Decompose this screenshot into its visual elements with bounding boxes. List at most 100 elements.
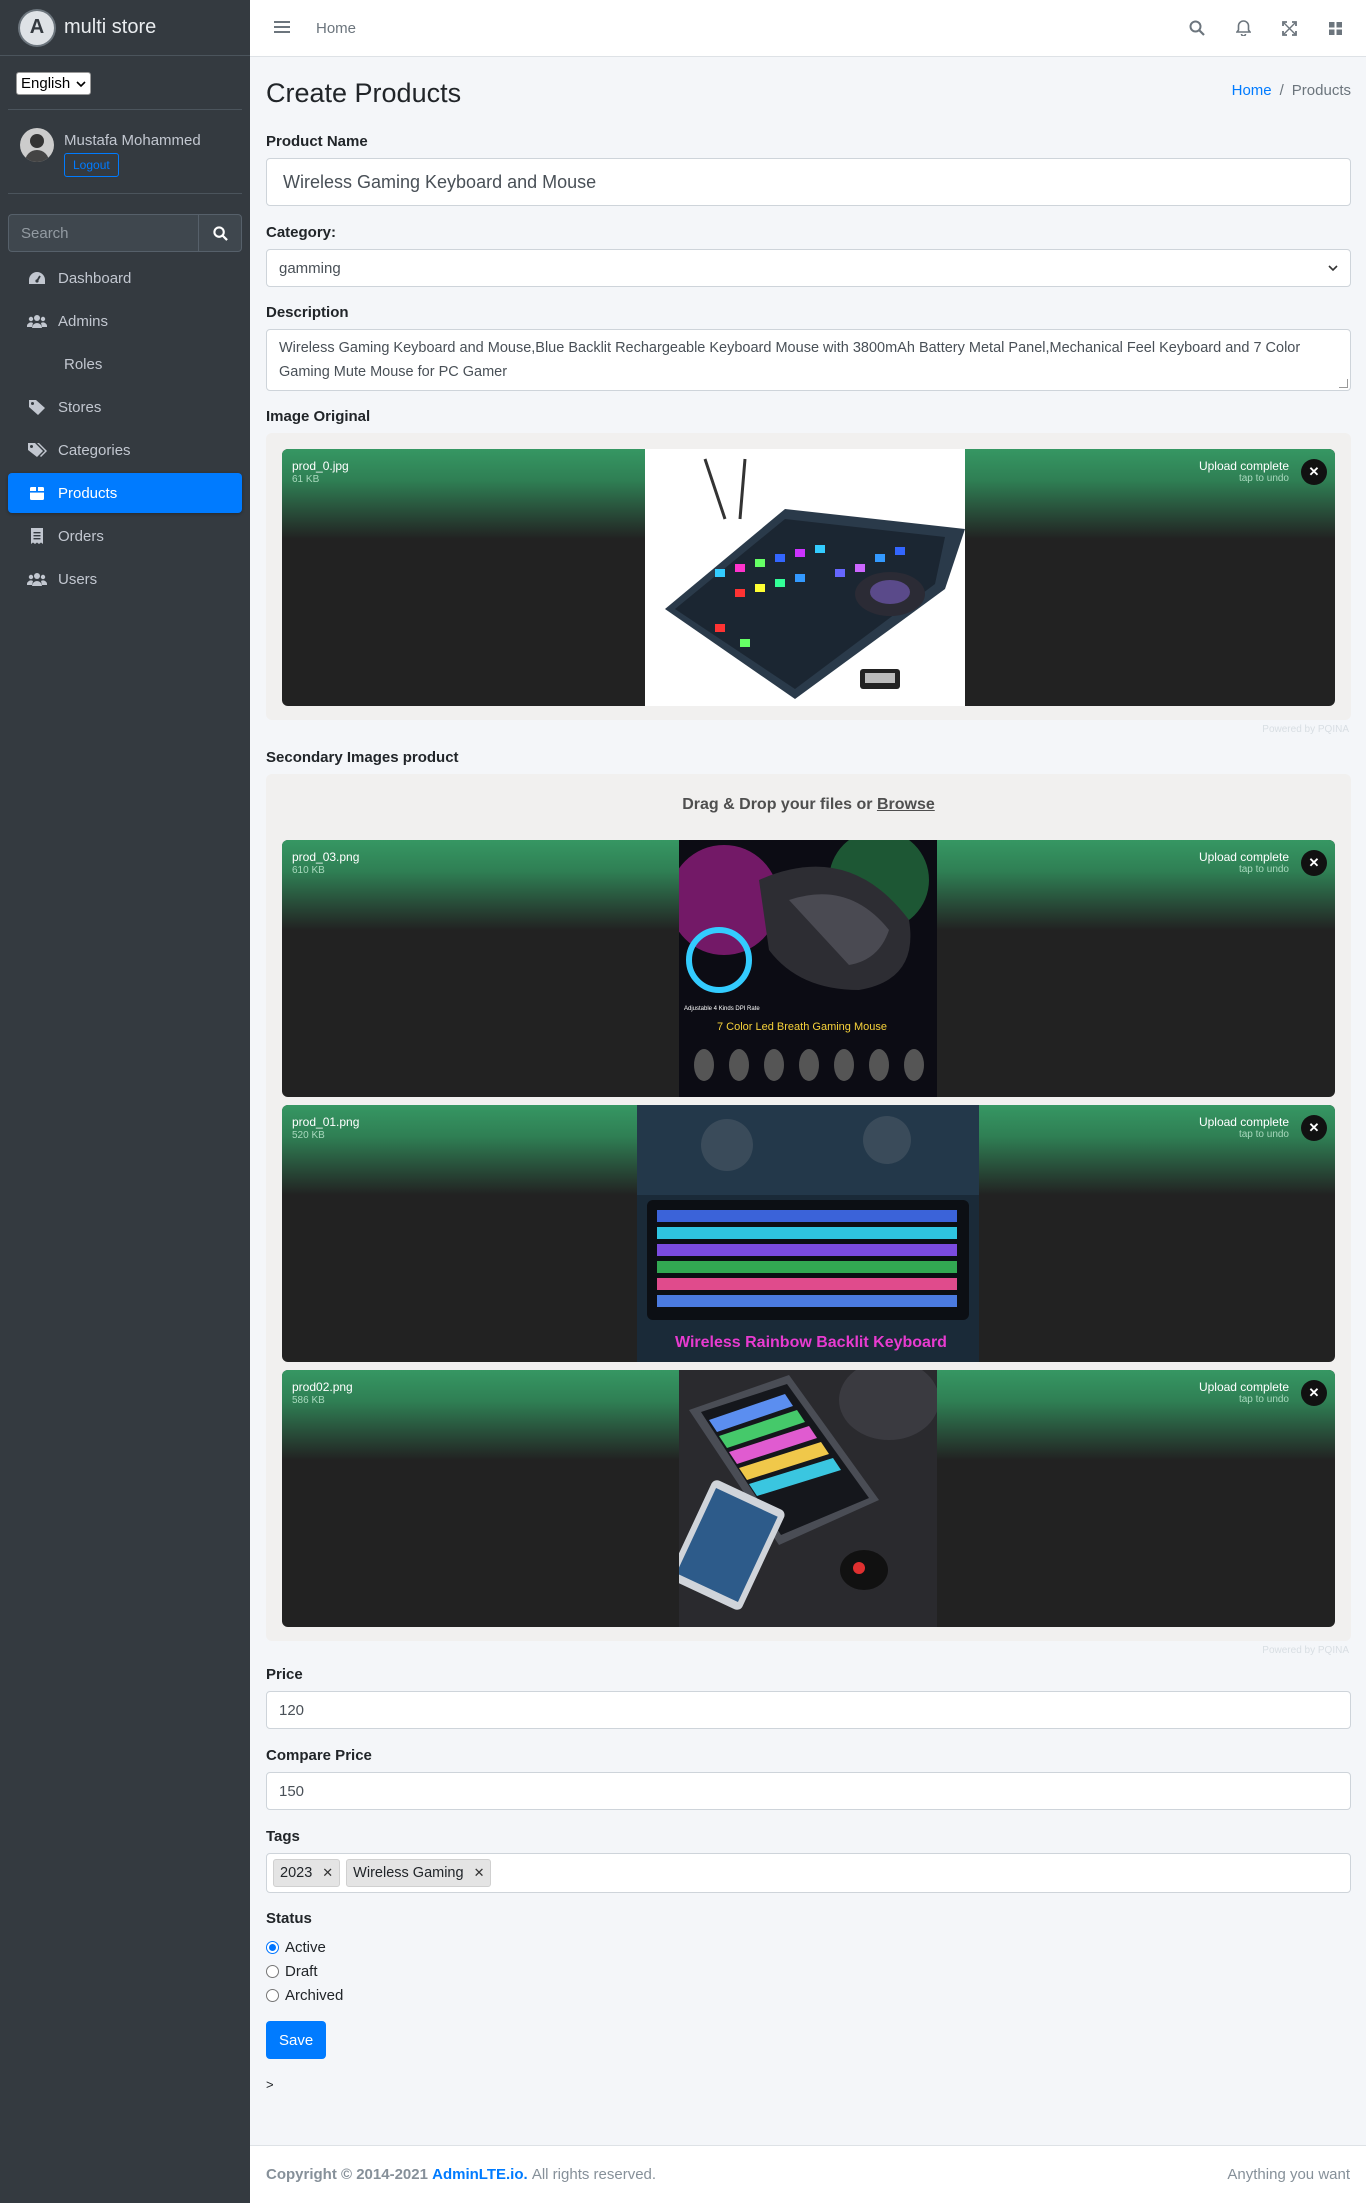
upload-file-size: 61 KB [292, 474, 320, 485]
top-home-link[interactable]: Home [316, 20, 356, 37]
sidebar-item-label: Users [58, 570, 98, 588]
breadcrumb-home[interactable]: Home [1232, 82, 1272, 99]
filepond-credit[interactable]: Powered by PQINA [266, 724, 1349, 735]
hamburger-menu-icon[interactable] [274, 17, 290, 40]
close-icon: ✕ [1308, 464, 1320, 479]
tags-label: Tags [266, 1828, 300, 1845]
upload-status-text: Upload complete [1198, 850, 1289, 864]
grid-icon[interactable] [1312, 8, 1358, 48]
browse-link[interactable]: Browse [877, 796, 935, 813]
remove-tag-icon[interactable]: ✕ [474, 1865, 485, 1881]
status-option-draft[interactable]: Draft [266, 1959, 1351, 1983]
upload-undo-text[interactable]: tap to undo [1199, 473, 1289, 484]
sidebar-item-label: Stores [58, 398, 102, 416]
sidebar-item-dashboard[interactable]: Dashboard [8, 258, 242, 298]
upload-file-name: prod_01.png [292, 1115, 360, 1129]
category-label: Category: [266, 224, 337, 241]
upload-file-info: prod_01.png 520 KB [292, 1115, 359, 1141]
sidebar-item-products[interactable]: Products [8, 473, 242, 513]
sidebar-item-users[interactable]: Users [8, 559, 242, 599]
drop-area[interactable]: Drag & Drop your files or Browse [282, 780, 1335, 840]
sidebar-item-admins[interactable]: Admins [8, 301, 242, 341]
upload-item: prod02.png 586 KB Upload complete tap to… [282, 1370, 1335, 1627]
bell-icon[interactable] [1220, 8, 1266, 48]
keyboard-caption: Wireless Rainbow Backlit Keyboard [675, 1334, 947, 1351]
footer-link[interactable]: AdminLTE.io. [432, 2166, 528, 2183]
user-name[interactable]: Mustafa Mohammed [64, 132, 201, 149]
language-select[interactable]: English [16, 72, 92, 95]
remove-file-button[interactable]: ✕ [1301, 459, 1327, 485]
fullscreen-icon[interactable] [1266, 8, 1312, 48]
tag-icon [26, 399, 48, 415]
save-button[interactable]: Save [266, 2021, 327, 2059]
upload-item: Wireless Rainbow Backlit Keyboard prod_0… [282, 1105, 1335, 1362]
radio-active[interactable] [266, 1940, 279, 1954]
users-icon [26, 572, 48, 586]
upload-status: Upload complete tap to undo [1199, 850, 1289, 875]
upload-item: prod_0.jpg 61 KB Upload complete tap to … [282, 449, 1335, 706]
upload-undo-text[interactable]: tap to undo [1199, 1394, 1289, 1405]
box-icon [26, 485, 48, 501]
sidebar-nav: Dashboard Admins Roles Stores Categories… [0, 258, 250, 599]
upload-file-name: prod_03.png [292, 850, 360, 864]
footer: Copyright © 2014-2021 AdminLTE.io. All r… [250, 2145, 1366, 2203]
secondary-images-label: Secondary Images product [266, 749, 459, 766]
sidebar-item-label: Categories [58, 441, 131, 459]
upload-status-text: Upload complete [1198, 1380, 1289, 1394]
breadcrumb-separator: / [1279, 81, 1284, 99]
chevron-down-icon [76, 80, 86, 87]
footer-rights: All rights reserved. [531, 2166, 657, 2183]
mouse-caption: 7 Color Led Breath Gaming Mouse [717, 1021, 887, 1033]
status-option-active[interactable]: Active [266, 1935, 1351, 1959]
compare-price-input[interactable]: 150 [266, 1772, 1351, 1810]
sidebar-item-categories[interactable]: Categories [8, 430, 242, 470]
description-textarea[interactable]: Wireless Gaming Keyboard and Mouse,Blue … [266, 329, 1351, 391]
image-original-dropzone[interactable]: prod_0.jpg 61 KB Upload complete tap to … [266, 433, 1351, 720]
remove-file-button[interactable]: ✕ [1301, 1380, 1327, 1406]
close-icon: ✕ [1308, 1385, 1320, 1400]
description-label: Description [266, 304, 349, 321]
upload-file-size: 610 KB [292, 865, 325, 876]
status-label: Status [266, 1910, 312, 1927]
status-option-label: Active [285, 1938, 326, 1956]
stray-text: > [266, 2077, 274, 2092]
remove-file-button[interactable]: ✕ [1301, 1115, 1327, 1141]
upload-undo-text[interactable]: tap to undo [1199, 1129, 1289, 1140]
sidebar-search-input[interactable]: Search [8, 214, 198, 252]
language-selected: English [21, 75, 71, 92]
keyboard-mouse-preview-image [645, 449, 965, 706]
upload-undo-text[interactable]: tap to undo [1199, 864, 1289, 875]
tags-input[interactable]: 2023 ✕ Wireless Gaming ✕ [266, 1853, 1351, 1893]
upload-status: Upload complete tap to undo [1199, 1115, 1289, 1140]
sidebar-item-orders[interactable]: Orders [8, 516, 242, 556]
remove-tag-icon[interactable]: ✕ [322, 1865, 333, 1881]
radio-archived[interactable] [266, 1988, 279, 2002]
product-name-input[interactable]: Wireless Gaming Keyboard and Mouse [266, 158, 1351, 206]
upload-status-text: Upload complete [1198, 459, 1289, 473]
search-icon [212, 225, 228, 241]
upload-file-info: prod_0.jpg 61 KB [292, 459, 349, 485]
remove-file-button[interactable]: ✕ [1301, 850, 1327, 876]
status-option-archived[interactable]: Archived [266, 1983, 1351, 2007]
sidebar-search-button[interactable] [198, 214, 242, 252]
avatar[interactable] [20, 128, 54, 162]
upload-file-name: prod_0.jpg [292, 459, 349, 473]
search-icon[interactable] [1174, 8, 1220, 48]
status-option-label: Draft [285, 1962, 318, 1980]
price-input[interactable]: 120 [266, 1691, 1351, 1729]
filepond-credit[interactable]: Powered by PQINA [266, 1645, 1349, 1656]
brand-name: multi store [64, 16, 157, 38]
sidebar-item-stores[interactable]: Stores [8, 387, 242, 427]
sidebar-item-roles[interactable]: Roles [8, 344, 242, 384]
secondary-images-dropzone[interactable]: Drag & Drop your files or Browse Adjusta… [266, 774, 1351, 1641]
radio-draft[interactable] [266, 1964, 279, 1978]
category-selected: gamming [279, 259, 341, 277]
upload-file-size: 586 KB [292, 1395, 325, 1406]
status-option-label: Archived [285, 1986, 344, 2004]
category-select[interactable]: gamming [266, 249, 1351, 287]
main-content: Create Products Home / Products Product Na… [250, 57, 1366, 2092]
dashboard-icon [26, 270, 48, 286]
receipt-icon [26, 528, 48, 544]
logout-button[interactable]: Logout [64, 153, 119, 177]
brand-link[interactable]: A multi store [0, 0, 250, 56]
